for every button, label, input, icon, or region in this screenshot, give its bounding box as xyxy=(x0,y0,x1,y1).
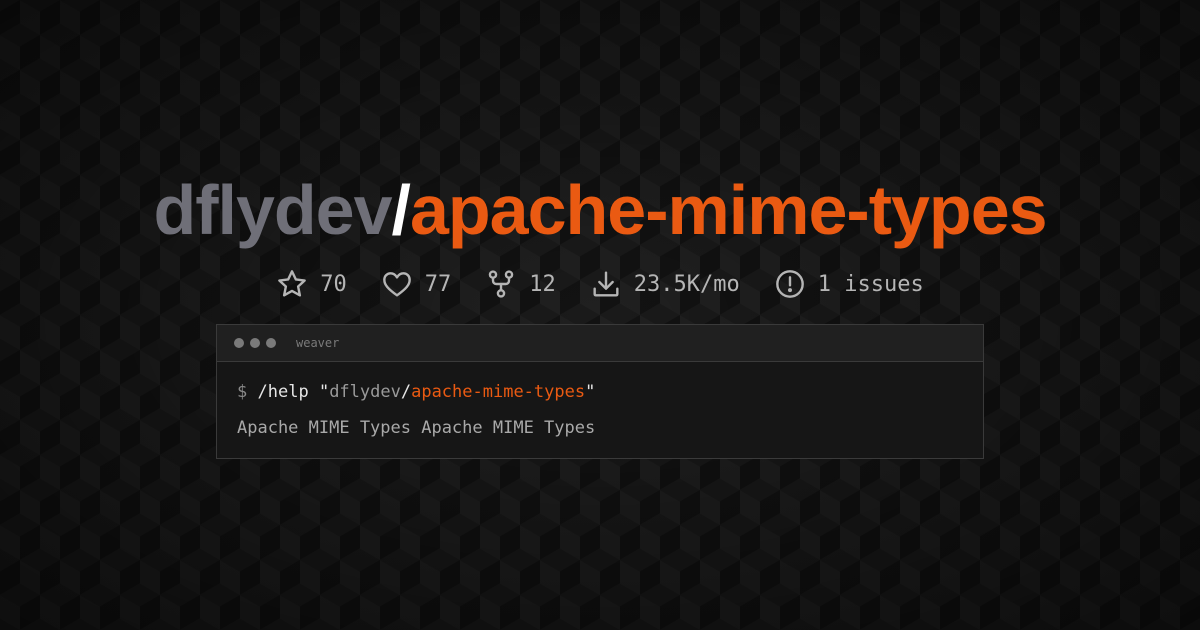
terminal-body: $ /help "dflydev/apache-mime-types" Apac… xyxy=(217,362,983,440)
terminal-command: /help xyxy=(257,382,309,402)
stat-issues-value: 1 issues xyxy=(817,271,924,297)
stat-forks[interactable]: 12 xyxy=(485,268,556,300)
issue-icon xyxy=(774,268,806,300)
terminal-window: weaver $ /help "dflydev/apache-mime-type… xyxy=(216,324,984,459)
stat-likes-value: 77 xyxy=(424,271,452,297)
window-dot-icon xyxy=(250,338,260,348)
stat-stars[interactable]: 70 xyxy=(276,268,347,300)
terminal-prompt: $ xyxy=(237,382,248,402)
stats-bar: 70 77 12 23.5K/mo 1 issues xyxy=(0,264,1200,304)
window-dot-icon xyxy=(266,338,276,348)
stat-issues[interactable]: 1 issues xyxy=(774,268,924,300)
command-arg-owner: dflydev xyxy=(329,382,401,402)
repo-separator: / xyxy=(391,171,411,249)
download-icon xyxy=(590,268,622,300)
terminal-output: Apache MIME Types Apache MIME Types xyxy=(237,418,596,438)
command-arg-repo: apache-mime-types xyxy=(411,382,586,402)
terminal-command-line: $ /help "dflydev/apache-mime-types" xyxy=(237,380,963,404)
quote-close: " xyxy=(585,382,596,402)
window-dot-icon xyxy=(234,338,244,348)
repo-name[interactable]: apache-mime-types xyxy=(410,171,1048,249)
stat-likes[interactable]: 77 xyxy=(381,268,452,300)
stat-downloads-value: 23.5K/mo xyxy=(633,271,740,297)
star-icon xyxy=(276,268,308,300)
heart-icon xyxy=(381,268,413,300)
terminal-title: weaver xyxy=(296,336,340,350)
stat-forks-value: 12 xyxy=(529,271,556,297)
stat-stars-value: 70 xyxy=(320,271,347,297)
terminal-title-bar: weaver xyxy=(217,325,983,362)
stat-downloads[interactable]: 23.5K/mo xyxy=(590,268,740,300)
background-pattern xyxy=(0,0,1200,630)
fork-icon xyxy=(485,268,517,300)
repo-owner[interactable]: dflydev xyxy=(153,171,392,249)
repo-title: dflydev/apache-mime-types xyxy=(0,168,1200,252)
quote-open: " xyxy=(318,382,330,402)
command-arg-separator: / xyxy=(400,382,412,402)
